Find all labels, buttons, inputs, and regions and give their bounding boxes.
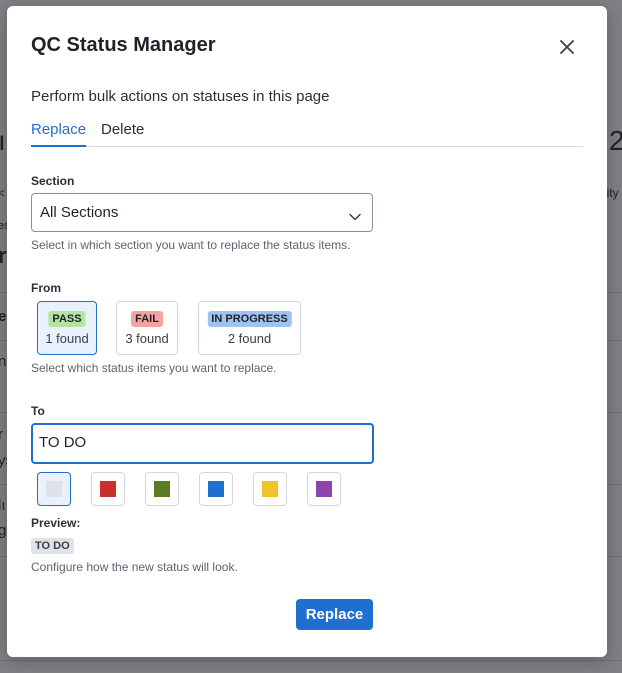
section-select[interactable]: All Sections [31, 193, 373, 232]
qc-status-manager-dialog: QC Status Manager Perform bulk actions o… [7, 6, 607, 657]
swatch-color [46, 481, 62, 497]
preview-helper-text: Configure how the new status will look. [31, 560, 238, 574]
tab-delete[interactable]: Delete [101, 121, 144, 145]
tab-bar: Replace Delete [31, 121, 583, 147]
status-count: 1 found [45, 331, 89, 346]
from-label: From [31, 281, 61, 295]
section-select-value: All Sections [40, 204, 119, 221]
background-text-fragment: r [0, 426, 3, 443]
status-badge: IN PROGRESS [207, 311, 292, 327]
dialog-subtitle: Perform bulk actions on statuses in this… [31, 88, 330, 105]
new-status-text-field[interactable] [39, 434, 359, 451]
status-count: 3 found [125, 331, 169, 346]
background-divider [0, 660, 622, 661]
new-status-input[interactable] [31, 423, 374, 464]
preview-label: Preview: [31, 516, 81, 530]
color-swatch-red[interactable] [91, 472, 125, 506]
background-text-fragment: < [0, 186, 6, 200]
background-text-fragment: g [0, 522, 7, 539]
swatch-color [262, 481, 278, 497]
color-swatch-purple[interactable] [307, 472, 341, 506]
section-helper-text: Select in which section you want to repl… [31, 238, 351, 252]
swatch-color [316, 481, 332, 497]
status-badge: PASS [48, 311, 86, 327]
status-count: 2 found [227, 331, 272, 346]
swatch-color [154, 481, 170, 497]
status-option-fail[interactable]: FAIL 3 found [116, 301, 178, 355]
swatch-color [208, 481, 224, 497]
replace-button[interactable]: Replace [296, 599, 373, 630]
background-text-fragment: 2 [609, 125, 622, 156]
color-swatch-blue[interactable] [199, 472, 233, 506]
color-swatch-green[interactable] [145, 472, 179, 506]
background-text-fragment: lı [0, 497, 6, 514]
section-label: Section [31, 174, 75, 188]
color-swatch-yellow[interactable] [253, 472, 287, 506]
dialog-title: QC Status Manager [31, 34, 216, 56]
status-option-pass[interactable]: PASS 1 found [37, 301, 97, 355]
swatch-color [100, 481, 116, 497]
color-swatch-gray[interactable] [37, 472, 71, 506]
tab-replace[interactable]: Replace [31, 121, 87, 147]
background-text-fragment: ı [0, 125, 6, 156]
background-text-fragment: n [0, 353, 7, 370]
from-helper-text: Select which status items you want to re… [31, 361, 277, 375]
to-label: To [31, 404, 45, 418]
background-text-fragment: e [0, 308, 7, 325]
status-badge: FAIL [131, 311, 163, 327]
close-button[interactable] [555, 35, 579, 59]
chevron-down-icon [349, 208, 361, 221]
preview-status-badge: TO DO [31, 538, 74, 554]
status-option-in-progress[interactable]: IN PROGRESS 2 found [198, 301, 301, 355]
close-icon [555, 35, 579, 59]
background-text-fragment: r [0, 243, 7, 268]
